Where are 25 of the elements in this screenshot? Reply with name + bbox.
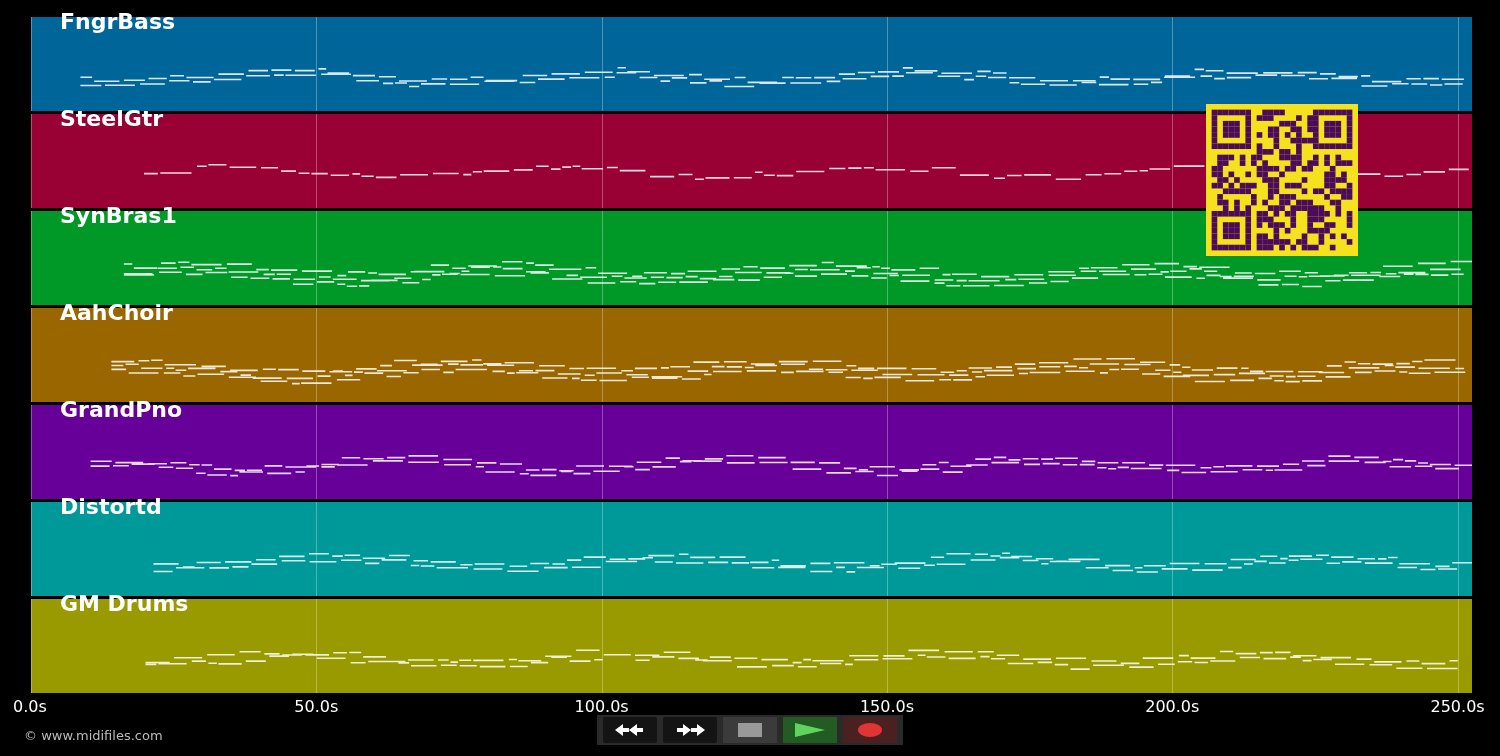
time-tick-label: 100.0s [574,697,629,716]
play-icon [795,723,825,737]
track-name: GM Drums [60,593,189,615]
fast-forward-button[interactable] [663,717,717,743]
record-icon [858,723,882,737]
time-tick-label: 0.0s [13,697,47,716]
stop-button[interactable] [723,717,777,743]
track-name: Distortd [60,496,162,518]
rewind-button[interactable] [603,717,657,743]
play-button[interactable] [783,717,837,743]
stop-icon [738,723,762,737]
track-name: SteelGtr [60,108,164,130]
track-name: GrandPno [60,399,183,421]
record-button[interactable] [843,717,897,743]
time-tick-label: 200.0s [1145,697,1200,716]
rewind-icon [615,723,645,737]
fast-forward-icon [675,723,705,737]
copyright-text: © www.midifiles.com [23,727,164,743]
time-tick-label: 150.0s [859,697,914,716]
time-tick-label: 50.0s [294,697,339,716]
track-name: SynBras1 [60,205,177,227]
track-name: AahChoir [60,302,173,324]
qr-code-icon [1206,104,1358,256]
track-name: FngrBass [60,11,176,33]
time-tick-label: 250.0s [1430,697,1485,716]
